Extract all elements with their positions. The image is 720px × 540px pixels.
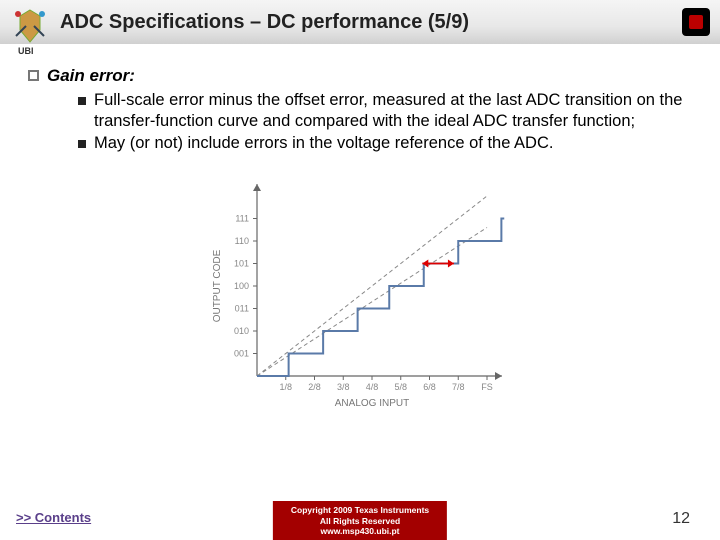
bullet-main: Gain error:	[28, 66, 696, 86]
ubi-crest-icon	[10, 6, 50, 46]
svg-text:011: 011	[235, 303, 249, 313]
svg-text:7/8: 7/8	[452, 382, 465, 392]
page-number: 12	[672, 510, 690, 528]
svg-text:010: 010	[234, 326, 249, 336]
chart-container: 001 010 011 100 101 110 111 1/8 2/8 3/8 4/8 5/8 6/8 7…	[28, 166, 696, 421]
svg-text:6/8: 6/8	[423, 382, 436, 392]
copyright-block: Copyright 2009 Texas Instruments All Rig…	[273, 501, 447, 540]
svg-text:OUTPUT CODE: OUTPUT CODE	[212, 249, 223, 322]
sub-list: Full-scale error minus the offset error,…	[78, 90, 696, 154]
slide-header: ADC Specifications – DC performance (5/9…	[0, 0, 720, 44]
svg-text:FS: FS	[481, 382, 493, 392]
list-item: May (or not) include errors in the volta…	[78, 133, 696, 154]
ubi-label: UBI	[0, 44, 720, 56]
slide-footer: >> Contents Copyright 2009 Texas Instrum…	[0, 494, 720, 540]
copyright-line: All Rights Reserved	[291, 516, 429, 526]
svg-text:2/8: 2/8	[308, 382, 321, 392]
svg-text:ANALOG INPUT: ANALOG INPUT	[335, 398, 409, 409]
svg-text:101: 101	[234, 258, 249, 268]
square-bullet-small-icon	[78, 97, 86, 105]
square-bullet-small-icon	[78, 140, 86, 148]
square-bullet-icon	[28, 70, 39, 81]
svg-text:1/8: 1/8	[279, 382, 292, 392]
svg-text:110: 110	[235, 236, 249, 246]
copyright-line: Copyright 2009 Texas Instruments	[291, 505, 429, 515]
svg-text:001: 001	[234, 348, 249, 358]
ti-logo-icon	[682, 8, 710, 36]
svg-text:100: 100	[234, 281, 249, 291]
slide-body: Gain error: Full-scale error minus the o…	[0, 56, 720, 421]
list-item: Full-scale error minus the offset error,…	[78, 90, 696, 131]
list-item-text: Full-scale error minus the offset error,…	[94, 90, 696, 131]
svg-text:111: 111	[235, 213, 249, 223]
svg-text:4/8: 4/8	[366, 382, 379, 392]
svg-text:3/8: 3/8	[337, 382, 350, 392]
svg-text:5/8: 5/8	[394, 382, 407, 392]
gain-error-chart: 001 010 011 100 101 110 111 1/8 2/8 3/8 4/8 5/8 6/8 7…	[202, 166, 522, 416]
section-heading: Gain error:	[47, 66, 135, 86]
contents-link[interactable]: >> Contents	[0, 510, 91, 525]
site-url: www.msp430.ubi.pt	[291, 526, 429, 536]
list-item-text: May (or not) include errors in the volta…	[94, 133, 553, 154]
slide-title: ADC Specifications – DC performance (5/9…	[60, 11, 469, 34]
